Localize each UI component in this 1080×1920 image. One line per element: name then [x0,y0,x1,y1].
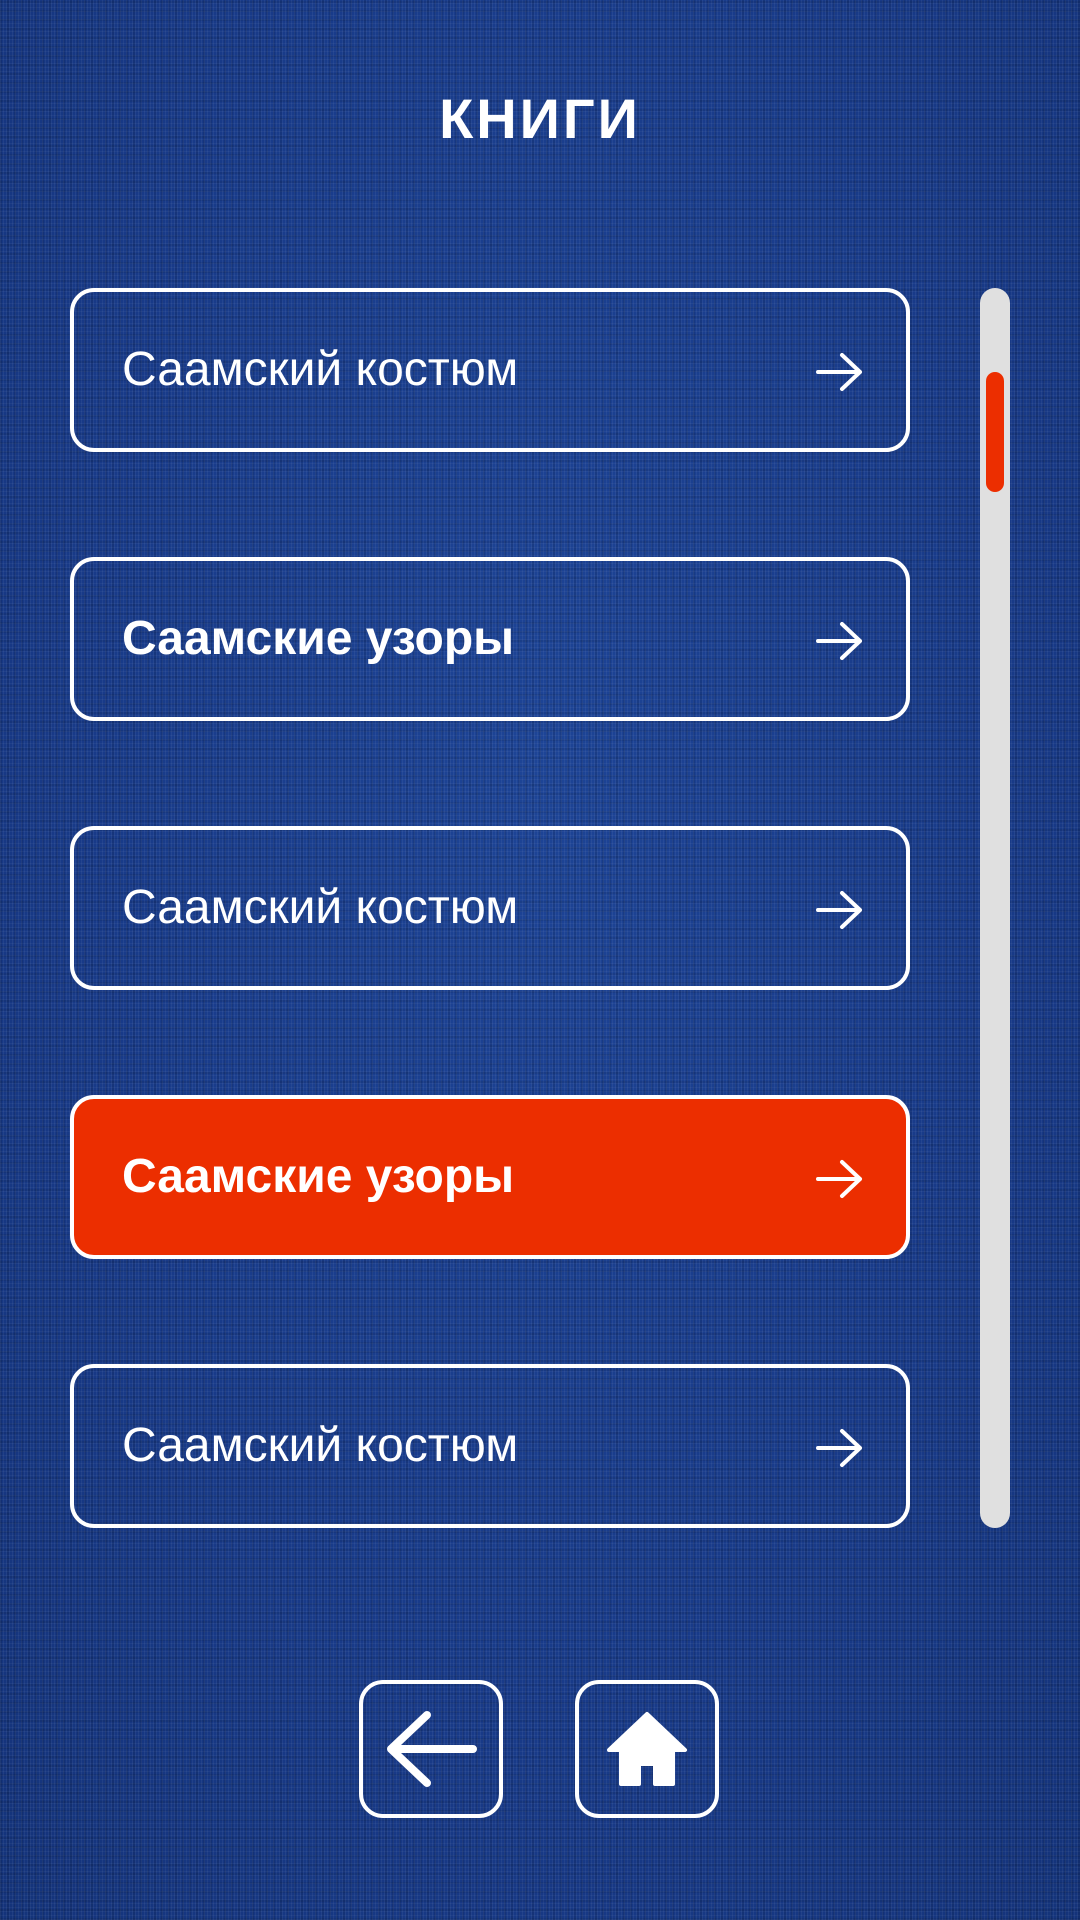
scroll-thumb[interactable] [986,372,1004,492]
book-item[interactable]: Саамский костюм [70,826,910,990]
arrow-right-icon [816,353,862,391]
book-item[interactable]: Саамские узоры [70,557,910,721]
book-item[interactable]: Саамские узоры [70,1095,910,1259]
book-item-label: Саамский костюм [122,343,519,396]
book-item-label: Саамские узоры [122,1150,515,1203]
scrollbar[interactable] [980,288,1010,1528]
home-button[interactable] [575,1680,719,1818]
arrow-right-icon [816,1429,862,1467]
book-item-label: Саамский костюм [122,1419,519,1472]
book-item[interactable]: Саамский костюм [70,1364,910,1528]
arrow-right-icon [816,1160,862,1198]
home-icon [607,1712,687,1786]
book-item-label: Саамский костюм [122,881,519,934]
back-button[interactable] [359,1680,503,1818]
book-item[interactable]: Саамский костюм [70,288,910,452]
page-title: КНИГИ [439,87,641,150]
arrow-right-icon [816,891,862,929]
arrow-right-icon [816,622,862,660]
book-item-label: Саамские узоры [122,612,515,665]
arrow-left-icon [387,1711,477,1787]
